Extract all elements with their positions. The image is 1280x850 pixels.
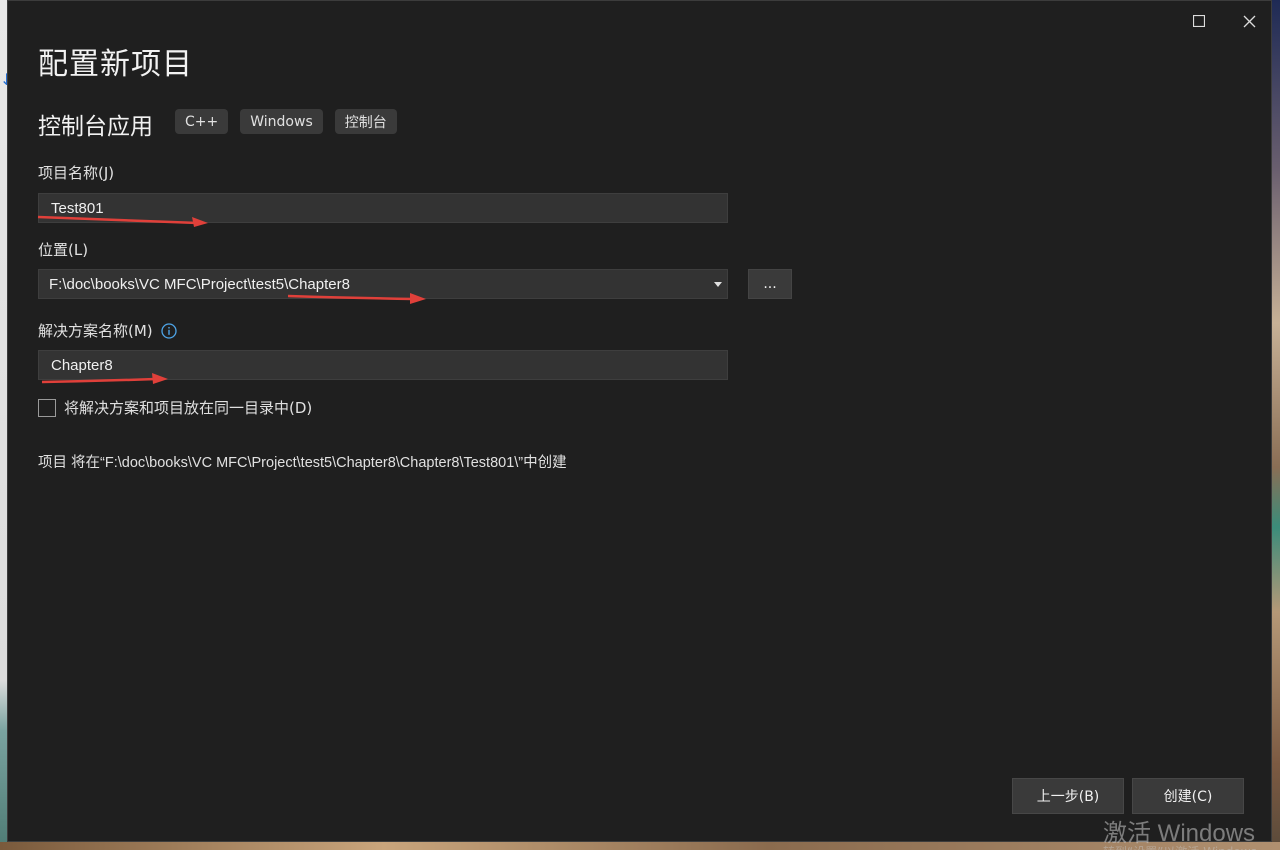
project-name-label: 项目名称(J): [38, 164, 115, 182]
project-path-info: 项目 将在“F:\doc\books\VC MFC\Project\test5\…: [38, 455, 567, 471]
project-name-input[interactable]: [49, 198, 727, 218]
maximize-icon: [1193, 15, 1205, 27]
tag-project-type: 控制台: [334, 109, 397, 134]
create-button[interactable]: 创建(C): [1132, 778, 1244, 814]
dropdown-arrow-icon[interactable]: [713, 280, 723, 288]
desktop-background-bottom: [0, 842, 1280, 850]
solution-name-label-row: 解决方案名称(M): [38, 320, 177, 341]
solution-name-label: 解决方案名称(M): [38, 322, 153, 340]
close-icon: [1243, 15, 1255, 27]
page-title: 配置新项目: [38, 47, 193, 82]
tag-language: C++: [175, 109, 229, 134]
same-directory-checkbox[interactable]: [38, 398, 56, 417]
tag-platform: Windows: [240, 109, 323, 134]
location-label: 位置(L): [38, 241, 89, 259]
activate-windows-subtext: 转到“设置”以激活 Windows。: [1103, 843, 1269, 850]
configure-project-dialog: 配置新项目 控制台应用 C++ Windows 控制台 项目名称(J) 位置(L…: [7, 0, 1272, 842]
close-button[interactable]: [1229, 7, 1269, 35]
desktop-background-right: [1272, 0, 1280, 850]
back-button[interactable]: 上一步(B): [1012, 778, 1124, 814]
location-combobox[interactable]: F:\doc\books\VC MFC\Project\test5\Chapte…: [38, 269, 728, 299]
solution-name-input[interactable]: [49, 355, 727, 375]
template-tags: C++ Windows 控制台: [175, 109, 397, 134]
info-icon[interactable]: [161, 322, 177, 339]
same-directory-option[interactable]: 将解决方案和项目放在同一目录中(D): [38, 397, 312, 418]
maximize-button[interactable]: [1179, 7, 1219, 35]
location-value: F:\doc\books\VC MFC\Project\test5\Chapte…: [49, 275, 350, 293]
same-directory-label: 将解决方案和项目放在同一目录中(D): [64, 399, 313, 417]
solution-name-field[interactable]: [38, 350, 728, 380]
browse-button[interactable]: ...: [748, 269, 792, 299]
template-title: 控制台应用: [38, 114, 153, 140]
project-name-field[interactable]: [38, 193, 728, 223]
